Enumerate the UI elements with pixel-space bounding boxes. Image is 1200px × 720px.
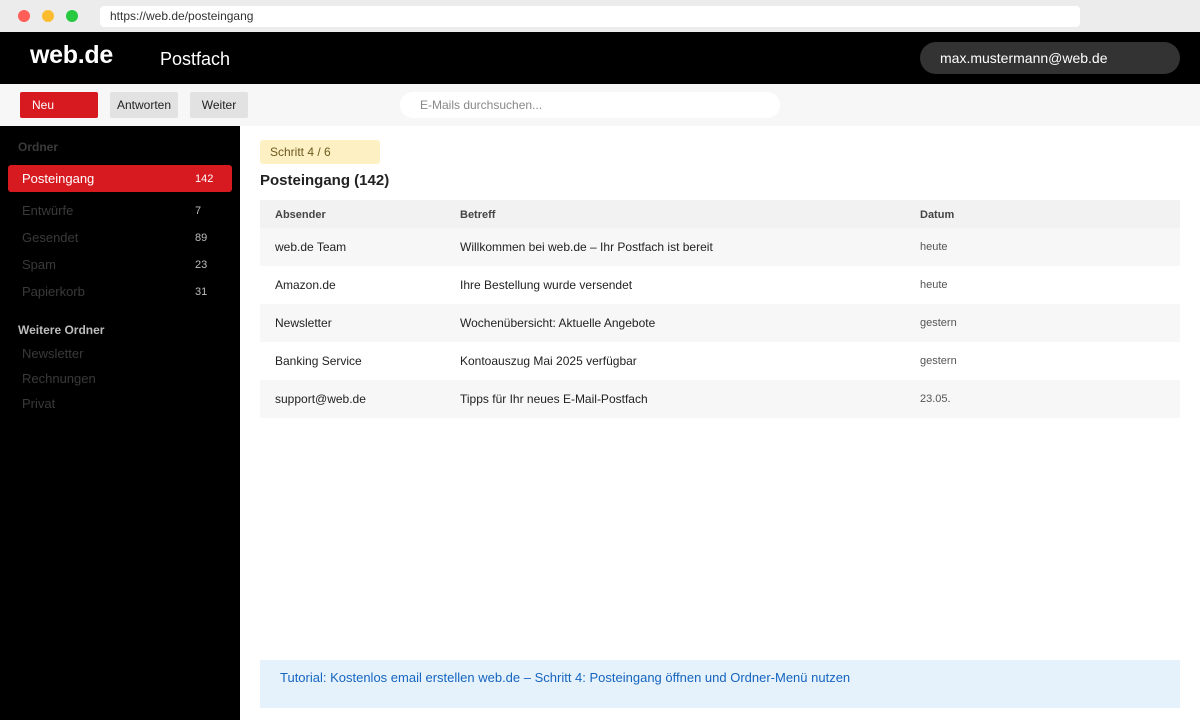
address-bar[interactable]: https://web.de/posteingang <box>100 6 1080 27</box>
folder-count-badge: 142 <box>195 173 214 185</box>
account-menu-button[interactable]: max.mustermann@web.de <box>920 42 1180 74</box>
column-header-sender[interactable]: Absender <box>275 209 326 221</box>
table-row[interactable]: support@web.de Tipps für Ihr neues E-Mai… <box>260 380 1180 418</box>
email-date: gestern <box>920 355 957 367</box>
minimize-window-icon[interactable] <box>42 10 54 22</box>
email-subject: Wochenübersicht: Aktuelle Angebote <box>460 316 656 330</box>
email-subject: Ihre Bestellung wurde versendet <box>460 278 633 292</box>
search-input[interactable] <box>400 92 780 118</box>
email-date: heute <box>920 279 948 291</box>
tutorial-banner: Tutorial: Kostenlos email erstellen web.… <box>260 660 1180 708</box>
sidebar-item-label: Posteingang <box>22 171 95 186</box>
email-sender: Amazon.de <box>275 278 336 292</box>
column-header-date[interactable]: Datum <box>920 209 954 221</box>
email-date: 23.05. <box>920 393 951 405</box>
sidebar-item-label: Entwürfe <box>22 203 74 218</box>
page-title: Posteingang (142) <box>260 172 390 189</box>
forward-button[interactable]: Weiter <box>190 92 248 118</box>
folders-heading: Ordner <box>18 140 59 154</box>
email-subject: Willkommen bei web.de – Ihr Postfach ist… <box>460 240 713 254</box>
sidebar-item-label: Gesendet <box>22 230 79 245</box>
column-header-subject[interactable]: Betreff <box>460 209 495 221</box>
step-badge: Schritt 4 / 6 <box>260 140 380 164</box>
email-sender: Banking Service <box>275 354 362 368</box>
sidebar-item-entwuerfe[interactable]: Entwürfe 7 <box>8 197 232 224</box>
sidebar-item-spam[interactable]: Spam 23 <box>8 251 232 278</box>
folder-count-badge: 89 <box>195 232 208 244</box>
sidebar-item-gesendet[interactable]: Gesendet 89 <box>8 224 232 251</box>
new-mail-button[interactable]: Neu <box>20 92 98 118</box>
folder-count-badge: 23 <box>195 259 208 271</box>
email-sender: Newsletter <box>275 316 332 330</box>
browser-chrome: https://web.de/posteingang <box>0 0 1200 32</box>
email-sender: web.de Team <box>275 240 347 254</box>
table-header: Absender Betreff Datum <box>260 200 1180 228</box>
table-row[interactable]: web.de Team Willkommen bei web.de – Ihr … <box>260 228 1180 266</box>
folder-count-badge: 7 <box>195 205 202 217</box>
email-subject: Kontoauszug Mai 2025 verfügbar <box>460 354 637 368</box>
sidebar-item-rechnungen[interactable]: Rechnungen <box>22 371 96 386</box>
main-content: Schritt 4 / 6 Posteingang (142) Absender… <box>240 126 1200 720</box>
email-date: gestern <box>920 317 957 329</box>
app-title: Postfach <box>160 49 231 69</box>
email-table: Absender Betreff Datum web.de Team Willk… <box>260 200 1180 418</box>
webde-logo[interactable]: web.de <box>30 41 113 70</box>
top-header: web.de Postfach max.mustermann@web.de <box>0 32 1200 84</box>
email-sender: support@web.de <box>275 392 366 406</box>
reply-button[interactable]: Antworten <box>110 92 178 118</box>
mail-toolbar: Neu Antworten Weiter <box>0 84 1200 126</box>
sidebar-item-privat[interactable]: Privat <box>22 396 55 411</box>
folder-count-badge: 31 <box>195 286 208 298</box>
maximize-window-icon[interactable] <box>66 10 78 22</box>
folder-sidebar: Ordner Posteingang 142 Entwürfe 7 Gesend… <box>0 126 240 720</box>
table-row[interactable]: Amazon.de Ihre Bestellung wurde versende… <box>260 266 1180 304</box>
close-window-icon[interactable] <box>18 10 30 22</box>
sidebar-item-papierkorb[interactable]: Papierkorb 31 <box>8 278 232 305</box>
sidebar-item-label: Spam <box>22 257 56 272</box>
email-date: heute <box>920 241 948 253</box>
sidebar-item-label: Papierkorb <box>22 284 85 299</box>
sidebar-item-newsletter[interactable]: Newsletter <box>22 346 83 361</box>
table-row[interactable]: Banking Service Kontoauszug Mai 2025 ver… <box>260 342 1180 380</box>
more-folders-heading: Weitere Ordner <box>18 323 105 337</box>
sidebar-item-posteingang[interactable]: Posteingang 142 <box>8 165 232 192</box>
email-subject: Tipps für Ihr neues E-Mail-Postfach <box>460 392 648 406</box>
table-row[interactable]: Newsletter Wochenübersicht: Aktuelle Ang… <box>260 304 1180 342</box>
